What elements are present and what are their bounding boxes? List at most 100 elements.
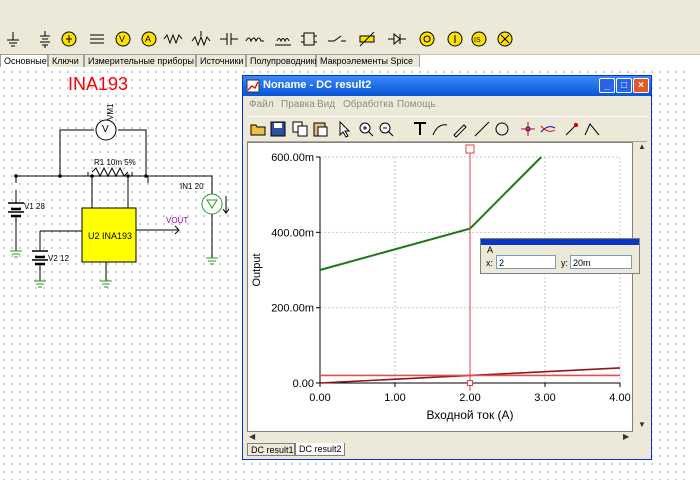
u2-label: U2 INA193: [88, 231, 133, 241]
r1-label: R1 10m 5%: [94, 158, 136, 167]
scroll-left-arrow[interactable]: ◀: [249, 432, 255, 441]
result-tab[interactable]: DC result1: [247, 443, 295, 456]
component-icon-strip: V A IS: [0, 28, 700, 52]
voltage-pin-icon[interactable]: [416, 28, 438, 50]
cursor-a-icon[interactable]: [519, 120, 537, 138]
menu-item[interactable]: Помощь: [397, 99, 436, 110]
dc-menubar: Файл Правка Вид Обработка Помощь: [243, 97, 651, 114]
x-axis-label: Входной ток (A): [426, 408, 513, 422]
dc-window-titlebar[interactable]: Noname - DC result2 _ □ ×: [243, 76, 651, 96]
scroll-up-arrow[interactable]: ▲: [638, 142, 646, 151]
svg-text:V: V: [119, 34, 125, 44]
component-tabs: Основные Ключи Измерительные приборы Источн…: [0, 54, 700, 68]
led-icon[interactable]: IS: [468, 28, 490, 50]
voltmeter-symbol: V: [102, 124, 109, 135]
y-tick-label: 0.00: [293, 378, 314, 390]
transformer-icon[interactable]: [272, 28, 294, 50]
result-tab[interactable]: DC result2: [295, 443, 345, 456]
chart-app-icon: [246, 79, 260, 93]
save-icon[interactable]: [269, 120, 287, 138]
cursor-readout[interactable]: A x: 2 y: 20m: [480, 238, 640, 274]
copy-icon[interactable]: [291, 120, 309, 138]
right-scrollbar-area: [690, 68, 700, 480]
svg-text:IS: IS: [474, 37, 481, 44]
cursor-x-label: x:: [486, 258, 494, 268]
inductor-icon[interactable]: [244, 28, 266, 50]
relay-icon[interactable]: [298, 28, 320, 50]
menu-item[interactable]: Файл: [249, 99, 274, 110]
component-tab[interactable]: Макроэлементы Spice: [316, 54, 420, 67]
cursor-y-label: y:: [561, 258, 569, 268]
x-tick-label: 3.00: [534, 392, 555, 404]
circuit-diagram: [8, 119, 230, 288]
dc-result-chart[interactable]: 0.00 1.00 2.00 3.00 4.00 0.00 200.00m 400.00m 60…: [248, 143, 632, 431]
component-tab[interactable]: Измерительные приборы: [84, 54, 196, 67]
cursor-readout-header[interactable]: [481, 239, 639, 245]
menu-item[interactable]: Вид: [317, 99, 335, 110]
lamp-icon[interactable]: [494, 28, 516, 50]
circle-icon[interactable]: [493, 120, 511, 138]
y-tick-label: 400.00m: [271, 227, 314, 239]
dc-result-window[interactable]: Noname - DC result2 _ □ × Файл Правка Вид О…: [242, 75, 652, 460]
voltage-source-icon[interactable]: [58, 28, 80, 50]
cursor-y-field[interactable]: 20m: [570, 255, 632, 269]
cursor-top-marker: [465, 144, 475, 154]
component-toolbar: V A IS: [0, 0, 700, 55]
marker-icon[interactable]: [563, 120, 581, 138]
curve-icon[interactable]: [431, 120, 449, 138]
ground-icon[interactable]: [2, 28, 24, 50]
y-tick-label: 600.00m: [271, 152, 314, 164]
cursor-point-marker: [467, 380, 473, 386]
dc-plot-area[interactable]: 0.00 1.00 2.00 3.00 4.00 0.00 200.00m 400.00m 60…: [247, 142, 633, 432]
x-tick-label: 0.00: [309, 392, 330, 404]
cursor-b-icon[interactable]: [539, 120, 557, 138]
component-tab[interactable]: Источники: [196, 54, 246, 67]
y-tick-label: 200.00m: [271, 303, 314, 315]
potentiometer-icon[interactable]: [190, 28, 212, 50]
vertical-scrollbar[interactable]: ▲ ▼: [634, 142, 649, 432]
result-tabs: DC result1 DC result2: [247, 443, 647, 457]
variable-resistor-icon[interactable]: [356, 28, 378, 50]
paste-icon[interactable]: [311, 120, 329, 138]
voltmeter-icon[interactable]: V: [112, 28, 134, 50]
line-icon[interactable]: [473, 120, 491, 138]
x-tick-label: 2.00: [459, 392, 480, 404]
v2-label: V2 12: [48, 254, 69, 263]
resistor-icon[interactable]: [162, 28, 184, 50]
open-icon[interactable]: [249, 120, 267, 138]
cursor-x-field[interactable]: 2: [496, 255, 556, 269]
capacitor-icon[interactable]: [218, 28, 240, 50]
x-tick-label: 1.00: [384, 392, 405, 404]
current-source-icon[interactable]: [86, 28, 108, 50]
current-pin-icon[interactable]: [444, 28, 466, 50]
cursor-name: A: [487, 245, 494, 255]
horizontal-scrollbar[interactable]: ◀ ▶: [247, 432, 633, 443]
component-tab[interactable]: Ключи: [48, 54, 84, 67]
menu-item[interactable]: Обработка: [343, 99, 393, 110]
minimize-button[interactable]: _: [599, 78, 615, 93]
vout-label: VOUT: [166, 216, 189, 225]
pointer-icon[interactable]: [335, 120, 353, 138]
svg-text:A: A: [145, 34, 151, 44]
in1-label: IN1 20: [180, 182, 204, 191]
scroll-right-arrow[interactable]: ▶: [623, 432, 629, 441]
zoom-in-icon[interactable]: [357, 120, 375, 138]
component-tab[interactable]: Основные: [0, 54, 48, 67]
ammeter-icon[interactable]: A: [138, 28, 160, 50]
peak-icon[interactable]: [583, 120, 601, 138]
battery-icon[interactable]: [34, 28, 56, 50]
component-tab[interactable]: Полупроводники: [246, 54, 320, 67]
close-button[interactable]: ×: [633, 78, 649, 93]
maximize-button[interactable]: □: [616, 78, 632, 93]
text-icon[interactable]: [411, 120, 429, 138]
diode-icon[interactable]: [386, 28, 408, 50]
dc-toolbar: [247, 116, 647, 142]
dc-window-title: Noname - DC result2: [263, 79, 372, 91]
scroll-down-arrow[interactable]: ▼: [638, 420, 646, 429]
switch-icon[interactable]: [326, 28, 348, 50]
menu-item[interactable]: Правка: [281, 99, 315, 110]
vm1-label: VM1: [106, 103, 115, 120]
zoom-out-icon[interactable]: [377, 120, 395, 138]
pen-icon[interactable]: [451, 120, 469, 138]
y-axis-label: Output: [251, 253, 263, 286]
